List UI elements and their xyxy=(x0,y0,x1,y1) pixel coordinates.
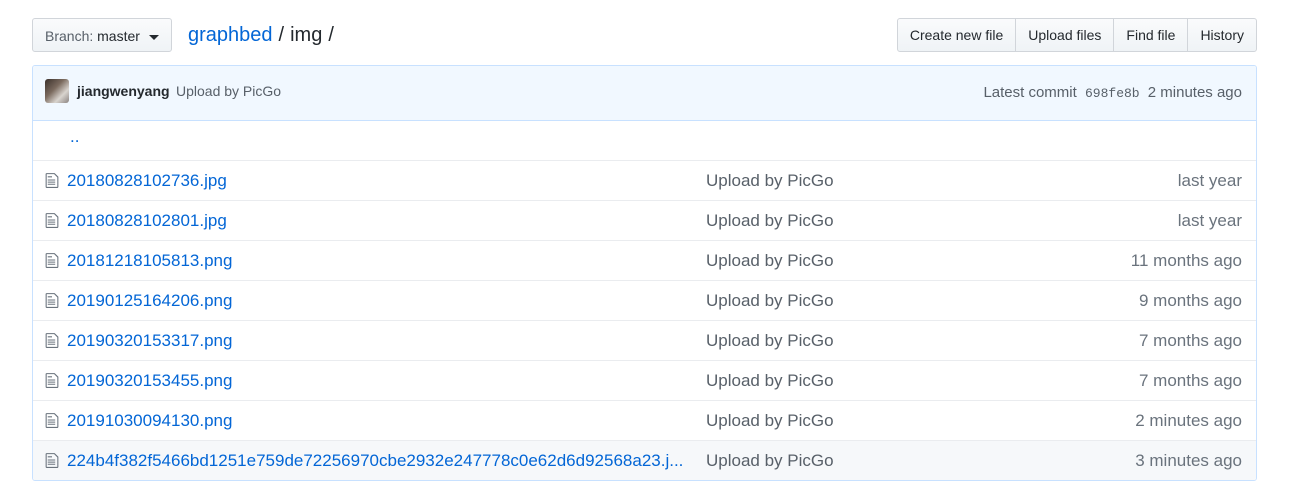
breadcrumb-repo-link[interactable]: graphbed xyxy=(188,24,273,46)
file-age: 2 minutes ago xyxy=(1135,411,1242,430)
file-icon xyxy=(45,212,59,229)
branch-select-button[interactable]: Branch: master xyxy=(32,18,172,52)
file-age: 11 months ago xyxy=(1130,251,1242,270)
parent-directory-link[interactable]: .. xyxy=(70,127,79,147)
file-row: 20190320153455.png Upload by PicGo 7 month… xyxy=(33,360,1256,400)
breadcrumb-current-dir: img xyxy=(290,24,323,46)
file-commit-message-link[interactable]: Upload by PicGo xyxy=(706,211,834,231)
file-row: 224b4f382f5466bd1251e759de72256970cbe293… xyxy=(33,440,1256,480)
file-commit-message-link[interactable]: Upload by PicGo xyxy=(706,171,834,191)
upload-files-button[interactable]: Upload files xyxy=(1015,18,1115,52)
commit-author-link[interactable]: jiangwenyang xyxy=(77,83,170,99)
file-rows: 20180828102736.jpg Upload by PicGo last ye… xyxy=(33,160,1256,480)
create-new-file-button[interactable]: Create new file xyxy=(896,18,1017,52)
file-icon xyxy=(45,172,59,189)
caret-down-icon xyxy=(148,34,159,40)
file-name-link[interactable]: 20190320153455.png xyxy=(67,371,687,391)
file-age: last year xyxy=(1177,211,1242,230)
file-age: 9 months ago xyxy=(1138,291,1242,310)
file-icon xyxy=(45,292,59,309)
file-row: 20180828102736.jpg Upload by PicGo last ye… xyxy=(33,160,1256,200)
branch-name: master xyxy=(97,28,140,44)
commit-message[interactable]: Upload by PicGo xyxy=(176,83,281,99)
file-name-link[interactable]: 20180828102801.jpg xyxy=(67,211,687,231)
file-name-link[interactable]: 20190125164206.png xyxy=(67,291,687,311)
file-list: jiangwenyang Upload by PicGo Latest comm… xyxy=(32,65,1257,481)
file-icon xyxy=(45,332,59,349)
file-name-link[interactable]: 20181218105813.png xyxy=(67,251,687,271)
file-icon xyxy=(45,412,59,429)
file-row: 20191030094130.png Upload by PicGo 2 minut… xyxy=(33,400,1256,440)
file-commit-message-link[interactable]: Upload by PicGo xyxy=(706,331,834,351)
avatar[interactable] xyxy=(45,79,69,103)
file-row: 20190125164206.png Upload by PicGo 9 month… xyxy=(33,280,1256,320)
file-commit-message-link[interactable]: Upload by PicGo xyxy=(706,411,834,431)
file-icon xyxy=(45,452,59,469)
branch-prefix: Branch: xyxy=(45,28,94,44)
breadcrumb: graphbed / img / xyxy=(188,21,340,49)
commit-sha-link[interactable]: 698fe8b xyxy=(1085,86,1140,101)
file-age: 3 minutes ago xyxy=(1135,451,1242,470)
file-name-link[interactable]: 20180828102736.jpg xyxy=(67,171,687,191)
file-actions-group: Create new file Upload files Find file H… xyxy=(896,18,1257,52)
latest-commit-bar: jiangwenyang Upload by PicGo Latest comm… xyxy=(33,66,1256,121)
file-row: 20181218105813.png Upload by PicGo 11 mont… xyxy=(33,240,1256,280)
repo-toolbar: Branch: master graphbed / img / Create new … xyxy=(32,18,1257,54)
file-name-link[interactable]: 224b4f382f5466bd1251e759de72256970cbe293… xyxy=(67,451,687,471)
file-age: last year xyxy=(1177,171,1242,190)
file-commit-message-link[interactable]: Upload by PicGo xyxy=(706,371,834,391)
latest-commit-label: Latest commit xyxy=(983,84,1077,101)
breadcrumb-separator: / xyxy=(278,24,285,46)
file-commit-message-link[interactable]: Upload by PicGo xyxy=(706,251,834,271)
file-name-link[interactable]: 20191030094130.png xyxy=(67,411,687,431)
parent-directory-row: .. xyxy=(33,121,1256,160)
history-button[interactable]: History xyxy=(1187,18,1257,52)
file-row: 20190320153317.png Upload by PicGo 7 month… xyxy=(33,320,1256,360)
file-icon xyxy=(45,372,59,389)
file-commit-message-link[interactable]: Upload by PicGo xyxy=(706,291,834,311)
file-icon xyxy=(45,252,59,269)
file-row: 20180828102801.jpg Upload by PicGo last ye… xyxy=(33,200,1256,240)
find-file-button[interactable]: Find file xyxy=(1113,18,1189,52)
commit-age: 2 minutes ago xyxy=(1147,84,1242,101)
latest-commit-info: Latest commit 698fe8b 2 minutes ago xyxy=(983,84,1242,101)
file-name-link[interactable]: 20190320153317.png xyxy=(67,331,687,351)
file-commit-message-link[interactable]: Upload by PicGo xyxy=(706,451,834,471)
file-age: 7 months ago xyxy=(1138,371,1242,390)
file-age: 7 months ago xyxy=(1138,331,1242,350)
breadcrumb-separator: / xyxy=(328,24,334,46)
